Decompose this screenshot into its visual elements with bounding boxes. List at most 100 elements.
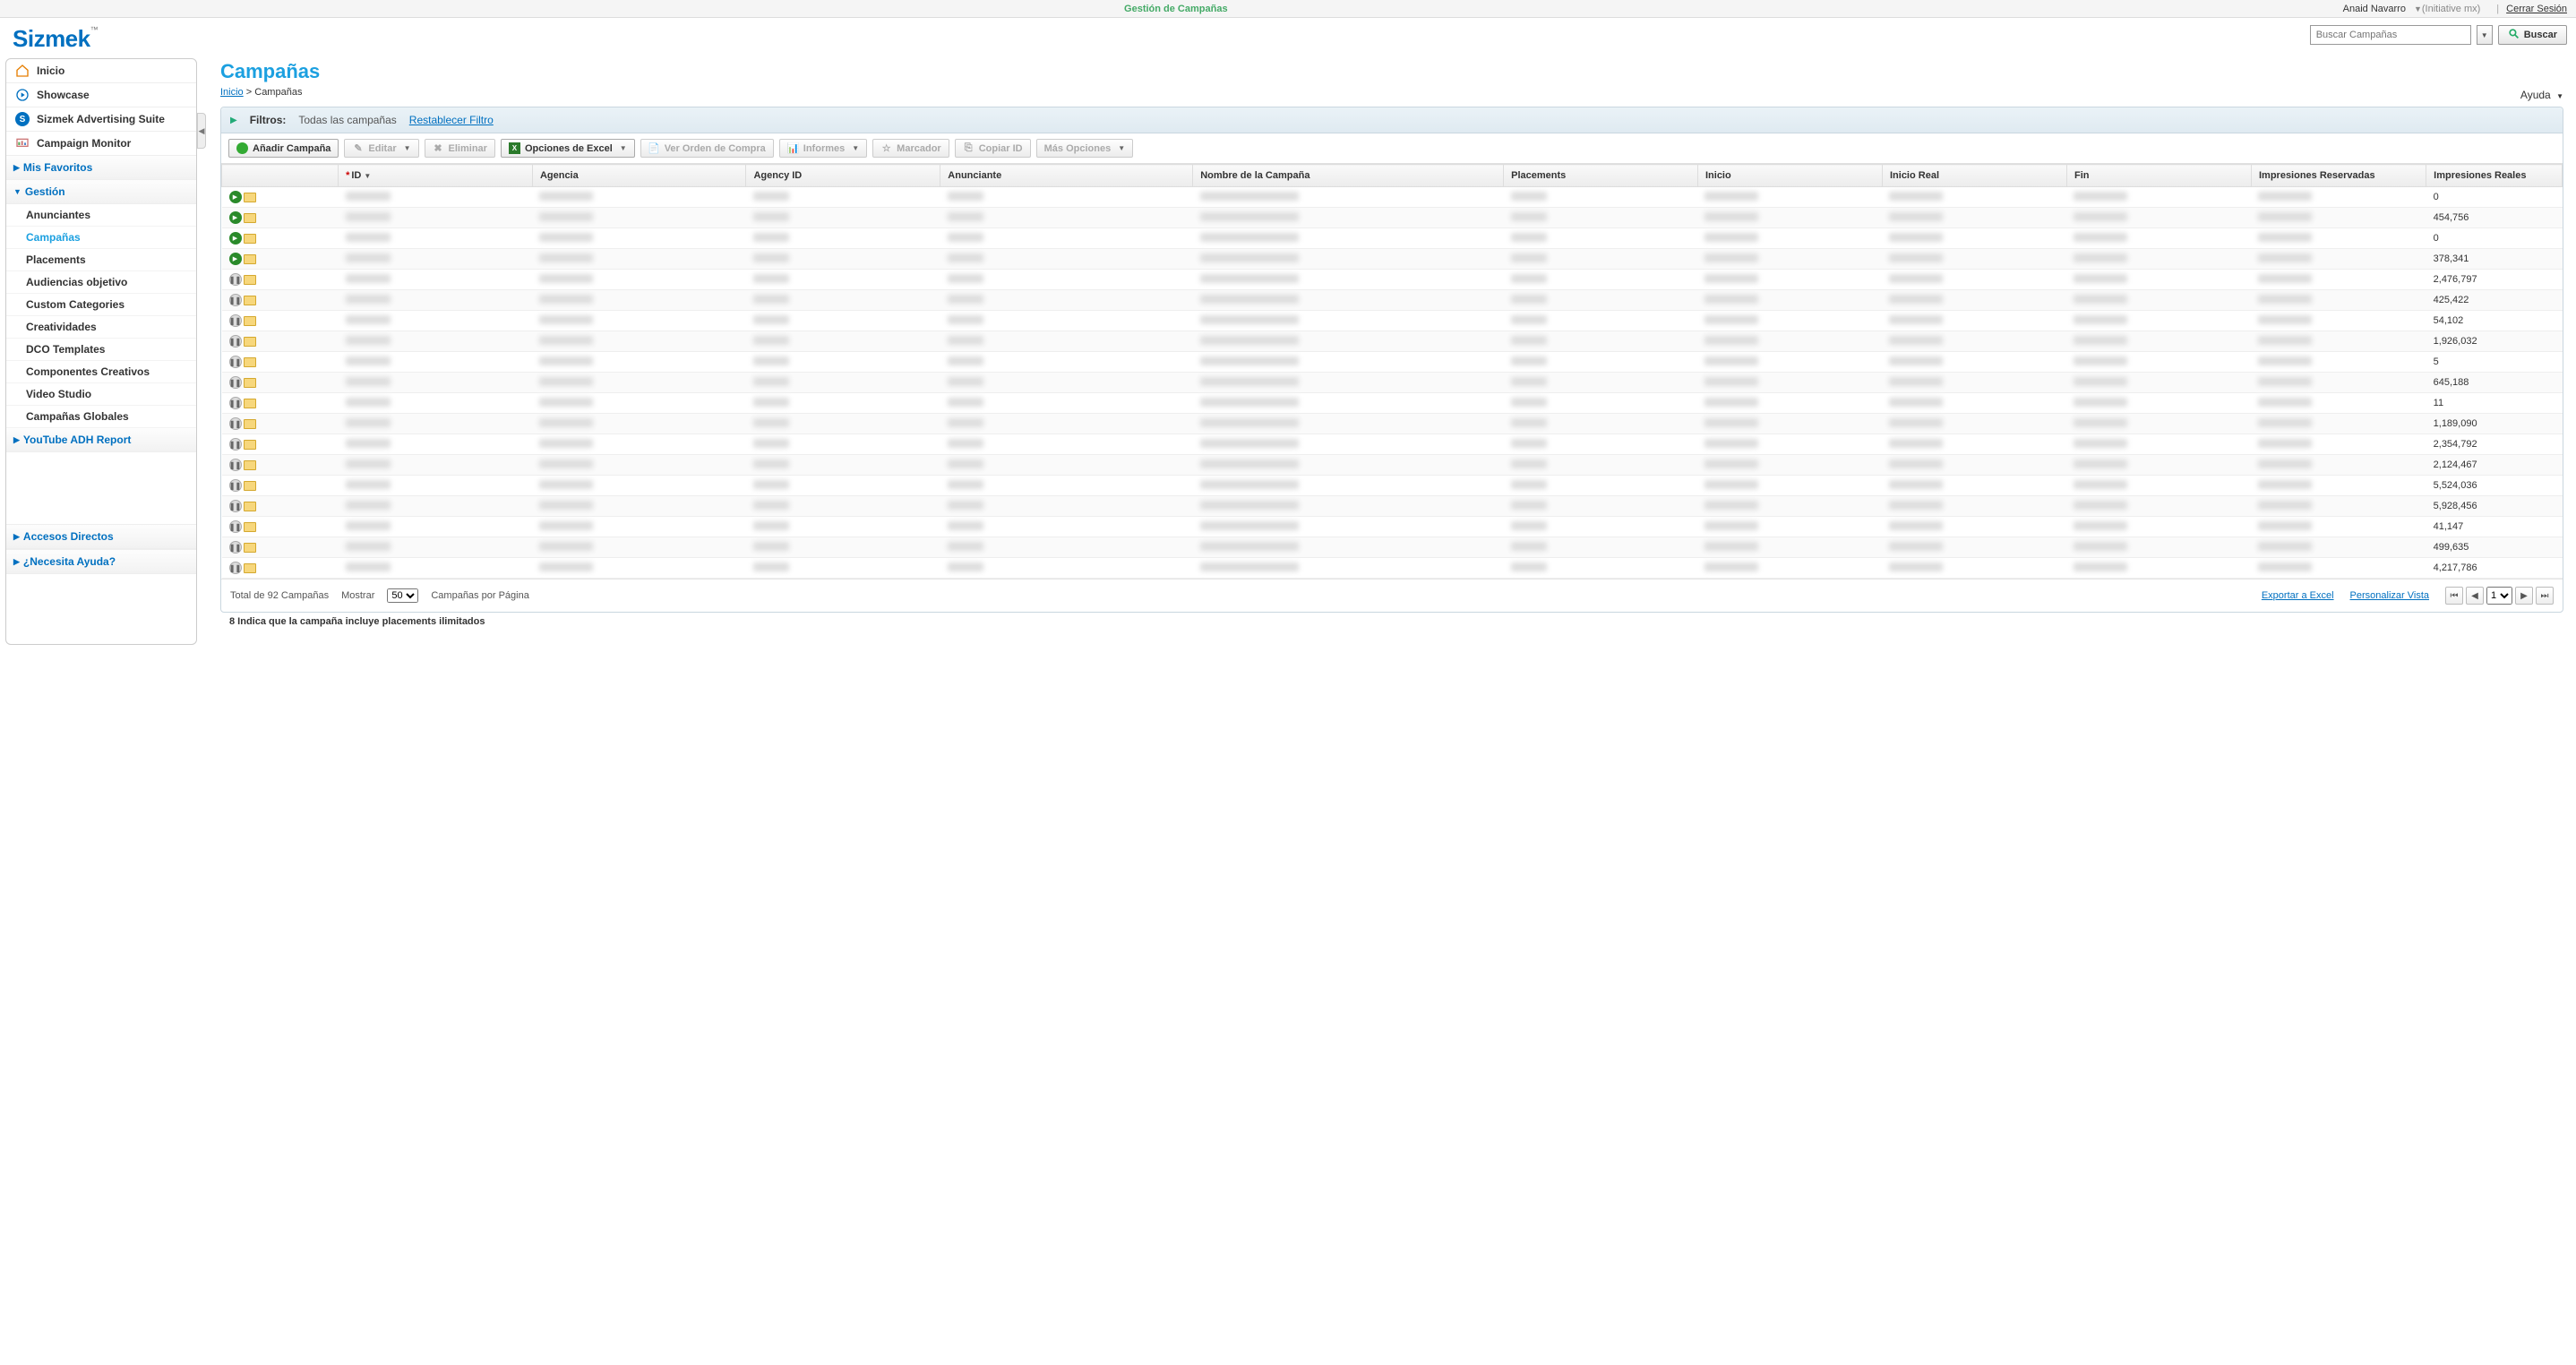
table-row[interactable]: ❚❚54,102	[222, 311, 2563, 331]
col-id[interactable]: *ID▼	[339, 165, 533, 187]
copy-id-button[interactable]: ⎘ Copiar ID	[955, 139, 1031, 158]
col-agency-id[interactable]: Agency ID	[746, 165, 940, 187]
page-title: Campañas	[220, 60, 2563, 83]
next-page-button[interactable]: ▶	[2515, 587, 2533, 605]
sidebar-item-showcase[interactable]: Showcase	[6, 83, 196, 107]
search-button[interactable]: Buscar	[2498, 25, 2567, 45]
sidebar-item-sizmek-advertising-suite[interactable]: SSizmek Advertising Suite	[6, 107, 196, 132]
search-type-dropdown[interactable]: ▼	[2477, 25, 2493, 45]
redacted	[2258, 377, 2312, 386]
table-scroll[interactable]: *ID▼ Agencia Agency ID Anunciante Nombre…	[221, 164, 2563, 579]
table-row[interactable]: ❚❚11	[222, 393, 2563, 414]
table-row[interactable]: ❚❚425,422	[222, 290, 2563, 311]
triangle-right-icon: ▶	[13, 435, 20, 445]
redacted	[346, 356, 391, 365]
sidebar-item-campaign-monitor[interactable]: Campaign Monitor	[6, 132, 196, 156]
redacted	[1889, 253, 1943, 262]
redacted	[1704, 418, 1758, 427]
redacted	[1889, 315, 1943, 324]
breadcrumb-home[interactable]: Inicio	[220, 87, 244, 98]
search-input[interactable]	[2310, 25, 2471, 45]
bookmark-button[interactable]: ☆ Marcador	[872, 139, 949, 158]
table-row[interactable]: ❚❚5,524,036	[222, 476, 2563, 496]
redacted	[1200, 480, 1299, 489]
redacted	[2258, 336, 2312, 345]
redacted	[2074, 192, 2127, 201]
delete-button[interactable]: ✖ Eliminar	[425, 139, 495, 158]
first-page-button[interactable]: ⏮	[2445, 587, 2463, 605]
page-size-select[interactable]: 50	[387, 588, 418, 603]
redacted	[346, 398, 391, 407]
sidebar-item-campañas-globales[interactable]: Campañas Globales	[6, 406, 196, 428]
sidebar-section-accesos[interactable]: ▶ Accesos Directos	[6, 524, 196, 549]
col-fin[interactable]: Fin	[2066, 165, 2251, 187]
table-row[interactable]: ❚❚5,928,456	[222, 496, 2563, 517]
table-row[interactable]: ❚❚41,147	[222, 517, 2563, 537]
prev-page-button[interactable]: ◀	[2466, 587, 2484, 605]
table-row[interactable]: ▶0	[222, 228, 2563, 249]
table-row[interactable]: ▶454,756	[222, 208, 2563, 228]
redacted	[2258, 480, 2312, 489]
sidebar-section-gestion[interactable]: ▼ Gestión	[6, 180, 196, 204]
sidebar-item-campañas[interactable]: Campañas	[6, 227, 196, 249]
sidebar-item-custom-categories[interactable]: Custom Categories	[6, 294, 196, 316]
col-status[interactable]	[222, 165, 339, 187]
table-row[interactable]: ❚❚2,476,797	[222, 270, 2563, 290]
add-campaign-button[interactable]: Añadir Campaña	[228, 139, 339, 158]
excel-options-button[interactable]: X Opciones de Excel ▼	[501, 139, 635, 158]
edit-button[interactable]: ✎ Editar ▼	[344, 139, 418, 158]
help-link[interactable]: Ayuda ▼	[2520, 89, 2563, 101]
redacted	[346, 192, 391, 201]
table-row[interactable]: ▶0	[222, 187, 2563, 208]
last-page-button[interactable]: ⏭	[2536, 587, 2554, 605]
logout-link[interactable]: Cerrar Sesión	[2506, 4, 2567, 14]
table-row[interactable]: ❚❚2,124,467	[222, 455, 2563, 476]
sidebar-item-audiencias-objetivo[interactable]: Audiencias objetivo	[6, 271, 196, 294]
col-anunciante[interactable]: Anunciante	[940, 165, 1193, 187]
reports-button[interactable]: 📊 Informes ▼	[779, 139, 867, 158]
triangle-right-icon[interactable]: ▶	[230, 116, 237, 125]
redacted	[1200, 542, 1299, 551]
export-excel-link[interactable]: Exportar a Excel	[2262, 590, 2334, 601]
col-agencia[interactable]: Agencia	[532, 165, 746, 187]
table-row[interactable]: ❚❚2,354,792	[222, 434, 2563, 455]
table-row[interactable]: ❚❚499,635	[222, 537, 2563, 558]
sidebar-section-favoritos[interactable]: ▶ Mis Favoritos	[6, 156, 196, 180]
customize-view-link[interactable]: Personalizar Vista	[2350, 590, 2429, 601]
cell-impresiones-reales: 5,928,456	[2426, 496, 2563, 517]
table-row[interactable]: ❚❚1,926,032	[222, 331, 2563, 352]
view-order-button[interactable]: 📄 Ver Orden de Compra	[640, 139, 774, 158]
sidebar-item-componentes-creativos[interactable]: Componentes Creativos	[6, 361, 196, 383]
col-imp-real[interactable]: Impresiones Reales	[2426, 165, 2563, 187]
col-inicio-real[interactable]: Inicio Real	[1882, 165, 2066, 187]
page-select[interactable]: 1	[2486, 587, 2512, 605]
sidebar-item-video-studio[interactable]: Video Studio	[6, 383, 196, 406]
col-nombre[interactable]: Nombre de la Campaña	[1193, 165, 1504, 187]
sidebar-item-dco-templates[interactable]: DCO Templates	[6, 339, 196, 361]
filters-reset-link[interactable]: Restablecer Filtro	[409, 114, 494, 126]
col-inicio[interactable]: Inicio	[1697, 165, 1882, 187]
table-row[interactable]: ❚❚1,189,090	[222, 414, 2563, 434]
sidebar-item-placements[interactable]: Placements	[6, 249, 196, 271]
sidebar-section-youtube[interactable]: ▶ YouTube ADH Report	[6, 428, 196, 452]
table-row[interactable]: ▶378,341	[222, 249, 2563, 270]
redacted	[539, 521, 593, 530]
sort-indicator-icon: *	[346, 170, 349, 181]
user-name[interactable]: Anaid Navarro	[2343, 4, 2406, 14]
col-imp-res[interactable]: Impresiones Reservadas	[2251, 165, 2426, 187]
redacted	[753, 212, 789, 221]
sidebar-section-ayuda[interactable]: ▶ ¿Necesita Ayuda?	[6, 549, 196, 574]
redacted	[948, 501, 983, 510]
more-options-button[interactable]: Más Opciones ▼	[1036, 139, 1134, 158]
sidebar-item-inicio[interactable]: Inicio	[6, 59, 196, 83]
sidebar-item-creatividades[interactable]: Creatividades	[6, 316, 196, 339]
sidebar-collapse-handle[interactable]: ◀	[197, 113, 206, 149]
table-row[interactable]: ❚❚645,188	[222, 373, 2563, 393]
redacted	[1889, 459, 1943, 468]
table-row[interactable]: ❚❚5	[222, 352, 2563, 373]
redacted	[1200, 562, 1299, 571]
sidebar-item-anunciantes[interactable]: Anunciantes	[6, 204, 196, 227]
col-placements[interactable]: Placements	[1504, 165, 1698, 187]
cell-impresiones-reales: 5	[2426, 352, 2563, 373]
table-row[interactable]: ❚❚4,217,786	[222, 558, 2563, 579]
